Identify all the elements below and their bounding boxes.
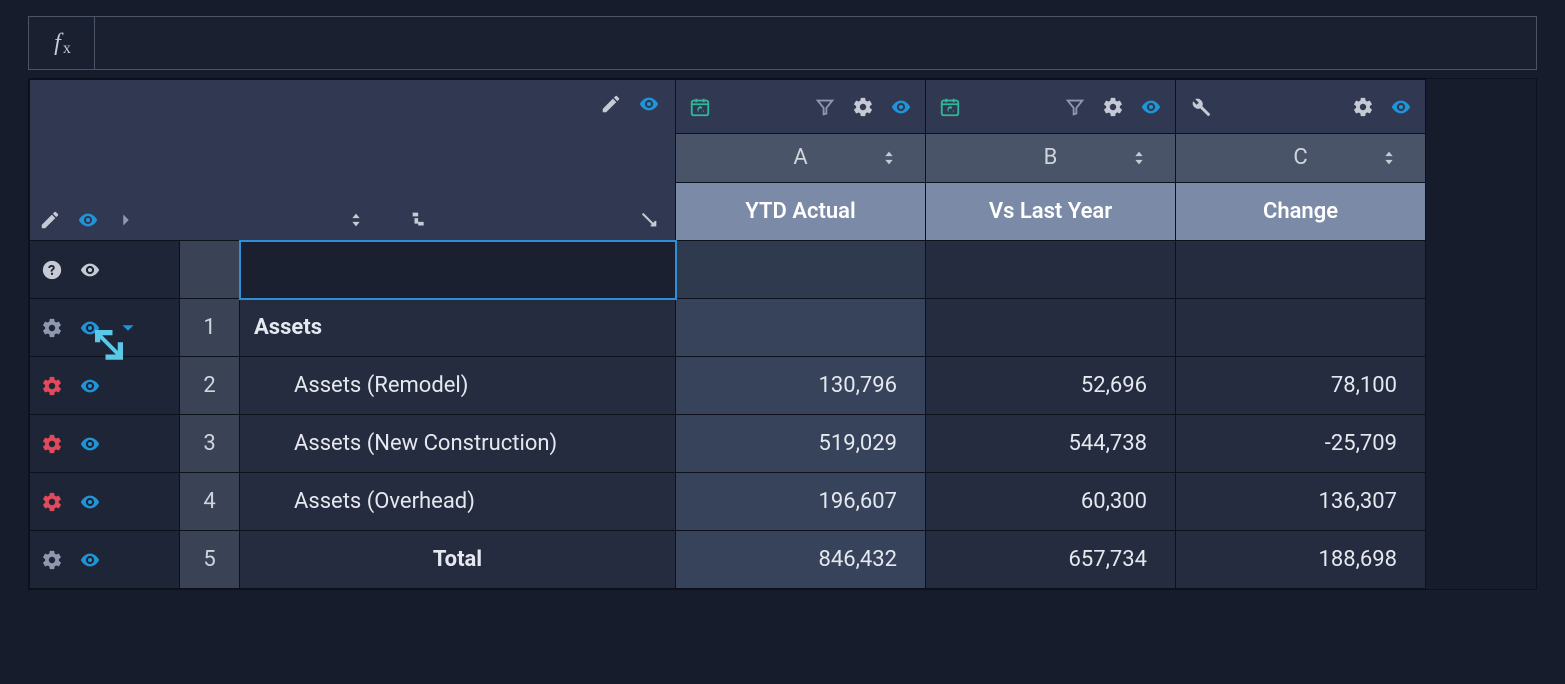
eye-icon[interactable] [76,208,100,232]
column-letter-c[interactable]: C [1176,134,1426,182]
data-cell[interactable]: 52,696 [926,357,1176,415]
table-row [30,241,1426,299]
gear-icon[interactable] [40,490,64,514]
gear-icon[interactable] [40,316,64,340]
data-cell[interactable]: 519,029 [676,415,926,473]
table-row: 4 Assets (Overhead) 196,607 60,300 136,3… [30,473,1426,531]
column-header-a[interactable]: YTD Actual [676,182,926,240]
table-row: 3 Assets (New Construction) 519,029 544,… [30,415,1426,473]
eye-icon[interactable] [78,548,102,572]
gear-icon[interactable] [1351,95,1375,119]
row-controls [30,241,180,299]
gear-icon[interactable] [1101,95,1125,119]
eye-icon[interactable] [1389,95,1413,119]
corner-region [30,80,676,241]
data-cell[interactable] [676,299,926,357]
row-label[interactable]: Assets [240,299,676,357]
eye-icon[interactable] [78,490,102,514]
filter-icon[interactable] [813,95,837,119]
table-row: 1 Assets [30,299,1426,357]
row-number[interactable]: 4 [180,473,240,531]
column-letter-b[interactable]: B [926,134,1176,182]
row-controls [30,357,180,415]
sort-icon[interactable] [1377,146,1401,170]
data-cell[interactable]: 657,734 [926,531,1176,589]
row-controls [30,473,180,531]
sort-icon[interactable] [877,146,901,170]
data-cell[interactable] [676,241,926,299]
row-label[interactable]: Total [240,531,676,589]
row-controls [30,415,180,473]
row-label[interactable]: Assets (Remodel) [240,357,676,415]
sort-icon[interactable] [1127,146,1151,170]
chevron-down-icon[interactable] [116,316,140,340]
column-letter-label: C [1293,145,1307,170]
eye-icon[interactable] [78,374,102,398]
gear-icon[interactable] [40,548,64,572]
gear-icon[interactable] [40,374,64,398]
column-toolbar-b [926,80,1176,134]
pencil-icon[interactable] [38,208,62,232]
data-cell[interactable]: 60,300 [926,473,1176,531]
eye-icon[interactable] [78,258,102,282]
data-cell[interactable]: 846,432 [676,531,926,589]
column-letter-a[interactable]: A [676,134,926,182]
data-cell[interactable]: -25,709 [1176,415,1426,473]
formula-input[interactable] [95,17,1536,69]
column-toolbar-c [1176,80,1426,134]
data-cell[interactable] [926,241,1176,299]
column-toolbar-a [676,80,926,134]
column-header-c[interactable]: Change [1176,182,1426,240]
help-icon[interactable] [40,258,64,282]
column-header-b[interactable]: Vs Last Year [926,182,1176,240]
data-cell[interactable] [926,299,1176,357]
selected-cell[interactable] [240,241,676,299]
data-cell[interactable]: 130,796 [676,357,926,415]
row-number[interactable]: 3 [180,415,240,473]
data-cell[interactable] [1176,241,1426,299]
calendar-refresh-icon[interactable] [938,95,962,119]
gear-icon[interactable] [40,432,64,456]
eye-icon[interactable] [78,432,102,456]
data-cell[interactable]: 196,607 [676,473,926,531]
pencil-icon[interactable] [599,92,623,116]
row-number[interactable]: 1 [180,299,240,357]
data-cell[interactable]: 188,698 [1176,531,1426,589]
fx-label: fx [29,17,95,69]
filter-icon[interactable] [1063,95,1087,119]
sort-icon[interactable] [344,208,368,232]
table-row: 5 Total 846,432 657,734 188,698 [30,531,1426,589]
row-controls [30,299,180,357]
data-cell[interactable] [1176,299,1426,357]
column-letter-label: B [1044,145,1058,170]
calendar-refresh-icon[interactable] [688,95,712,119]
formula-bar: fx [28,16,1537,70]
eye-icon[interactable] [889,95,913,119]
row-controls [30,531,180,589]
row-number[interactable] [180,241,240,299]
row-number[interactable]: 5 [180,531,240,589]
row-label[interactable]: Assets (New Construction) [240,415,676,473]
eye-icon[interactable] [78,316,102,340]
spreadsheet-grid: A B C YTD Actual Vs Last Year Change [28,78,1537,590]
eye-icon[interactable] [1139,95,1163,119]
column-letter-label: A [793,145,807,170]
data-cell[interactable]: 78,100 [1176,357,1426,415]
wrench-icon[interactable] [1188,95,1212,119]
data-cell[interactable]: 544,738 [926,415,1176,473]
row-label[interactable]: Assets (Overhead) [240,473,676,531]
table-row: 2 Assets (Remodel) 130,796 52,696 78,100 [30,357,1426,415]
row-number[interactable]: 2 [180,357,240,415]
gear-icon[interactable] [851,95,875,119]
arrow-diag-icon[interactable] [637,208,661,232]
data-cell[interactable]: 136,307 [1176,473,1426,531]
tree-icon[interactable] [408,208,432,232]
chevron-right-icon[interactable] [114,208,138,232]
eye-icon[interactable] [637,92,661,116]
